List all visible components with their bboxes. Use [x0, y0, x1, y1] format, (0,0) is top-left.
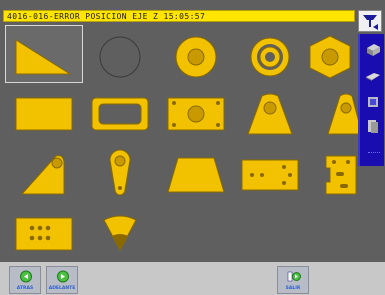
circle-with-hole-shape-icon	[175, 36, 217, 78]
trapezoid-partial-shape-icon	[327, 93, 358, 135]
exit-icon	[287, 271, 301, 282]
concentric-rings-shape-icon	[250, 37, 290, 77]
shape-hexagon-with-hole[interactable]	[306, 26, 358, 82]
shape-fan-sector[interactable]	[82, 206, 158, 262]
status-message: 4016-016-ERROR POSICION EJE Z 15:05:57	[7, 12, 206, 21]
trapezoid-with-hole-shape-icon	[247, 93, 293, 135]
back-button[interactable]: ATRAS	[9, 266, 41, 294]
plate-with-hole-pattern-shape-icon	[241, 159, 299, 191]
shape-trapezoid-with-hole-partial[interactable]	[306, 86, 358, 142]
forward-arrow-icon	[57, 270, 69, 283]
triangle-shape-icon	[15, 39, 72, 75]
forward-button-label: ADELANTE	[48, 286, 76, 291]
shape-trapezoid[interactable]	[158, 146, 234, 202]
fan-sector-shape-icon	[103, 215, 137, 252]
shape-plate-with-hole-pattern[interactable]	[232, 146, 308, 202]
shape-plate-with-slots[interactable]	[306, 146, 358, 202]
shape-plate-with-corner-holes[interactable]	[158, 86, 234, 142]
shape-circle-with-hole[interactable]	[158, 26, 234, 82]
plate-with-corner-holes-shape-icon	[167, 97, 225, 131]
shape-keyhole[interactable]	[82, 146, 158, 202]
shape-selection-screen: 4016-016-ERROR POSICION EJE Z 15:05:57 A…	[0, 0, 385, 295]
menu-icon	[363, 15, 378, 30]
exit-button-label: SALIR	[285, 286, 301, 291]
rectangle-frame-shape-icon	[91, 97, 149, 131]
back-arrow-icon	[20, 270, 32, 283]
shape-circle-outline[interactable]	[82, 26, 158, 82]
keyhole-shape-icon	[109, 149, 131, 196]
folder-icon[interactable]	[364, 94, 382, 110]
plate-with-hole-grid-shape-icon	[15, 217, 73, 251]
menu-button[interactable]	[358, 10, 382, 32]
status-bar: 4016-016-ERROR POSICION EJE Z 15:05:57	[3, 10, 355, 22]
shape-concentric-rings[interactable]	[232, 26, 308, 82]
circle-outline-shape-icon	[99, 36, 141, 78]
forward-button[interactable]: ADELANTE	[46, 266, 78, 294]
side-toolbar	[358, 34, 384, 166]
triangle-with-hole-shape-icon	[20, 155, 65, 195]
shape-trapezoid-with-hole[interactable]	[232, 86, 308, 142]
shape-rectangle[interactable]	[6, 86, 82, 142]
shape-rectangle-frame[interactable]	[82, 86, 158, 142]
hexagon-with-hole-shape-icon	[309, 35, 351, 79]
shape-plate-with-hole-grid[interactable]	[6, 206, 82, 262]
trapezoid-shape-icon	[167, 157, 225, 193]
toolbar-scroll-indicator	[368, 152, 380, 155]
cube-icon[interactable]	[364, 42, 382, 58]
plate-icon[interactable]	[364, 68, 382, 84]
shape-triangle[interactable]	[5, 25, 83, 83]
exit-button[interactable]: SALIR	[277, 266, 309, 294]
rectangle-shape-icon	[15, 97, 73, 131]
shape-triangle-with-hole[interactable]	[6, 146, 82, 202]
back-button-label: ATRAS	[16, 286, 34, 291]
stack-icon[interactable]	[364, 118, 382, 134]
plate-with-slots-shape-icon	[325, 155, 357, 195]
bottom-nav-bar: ATRAS ADELANTE SALIR	[0, 262, 385, 295]
